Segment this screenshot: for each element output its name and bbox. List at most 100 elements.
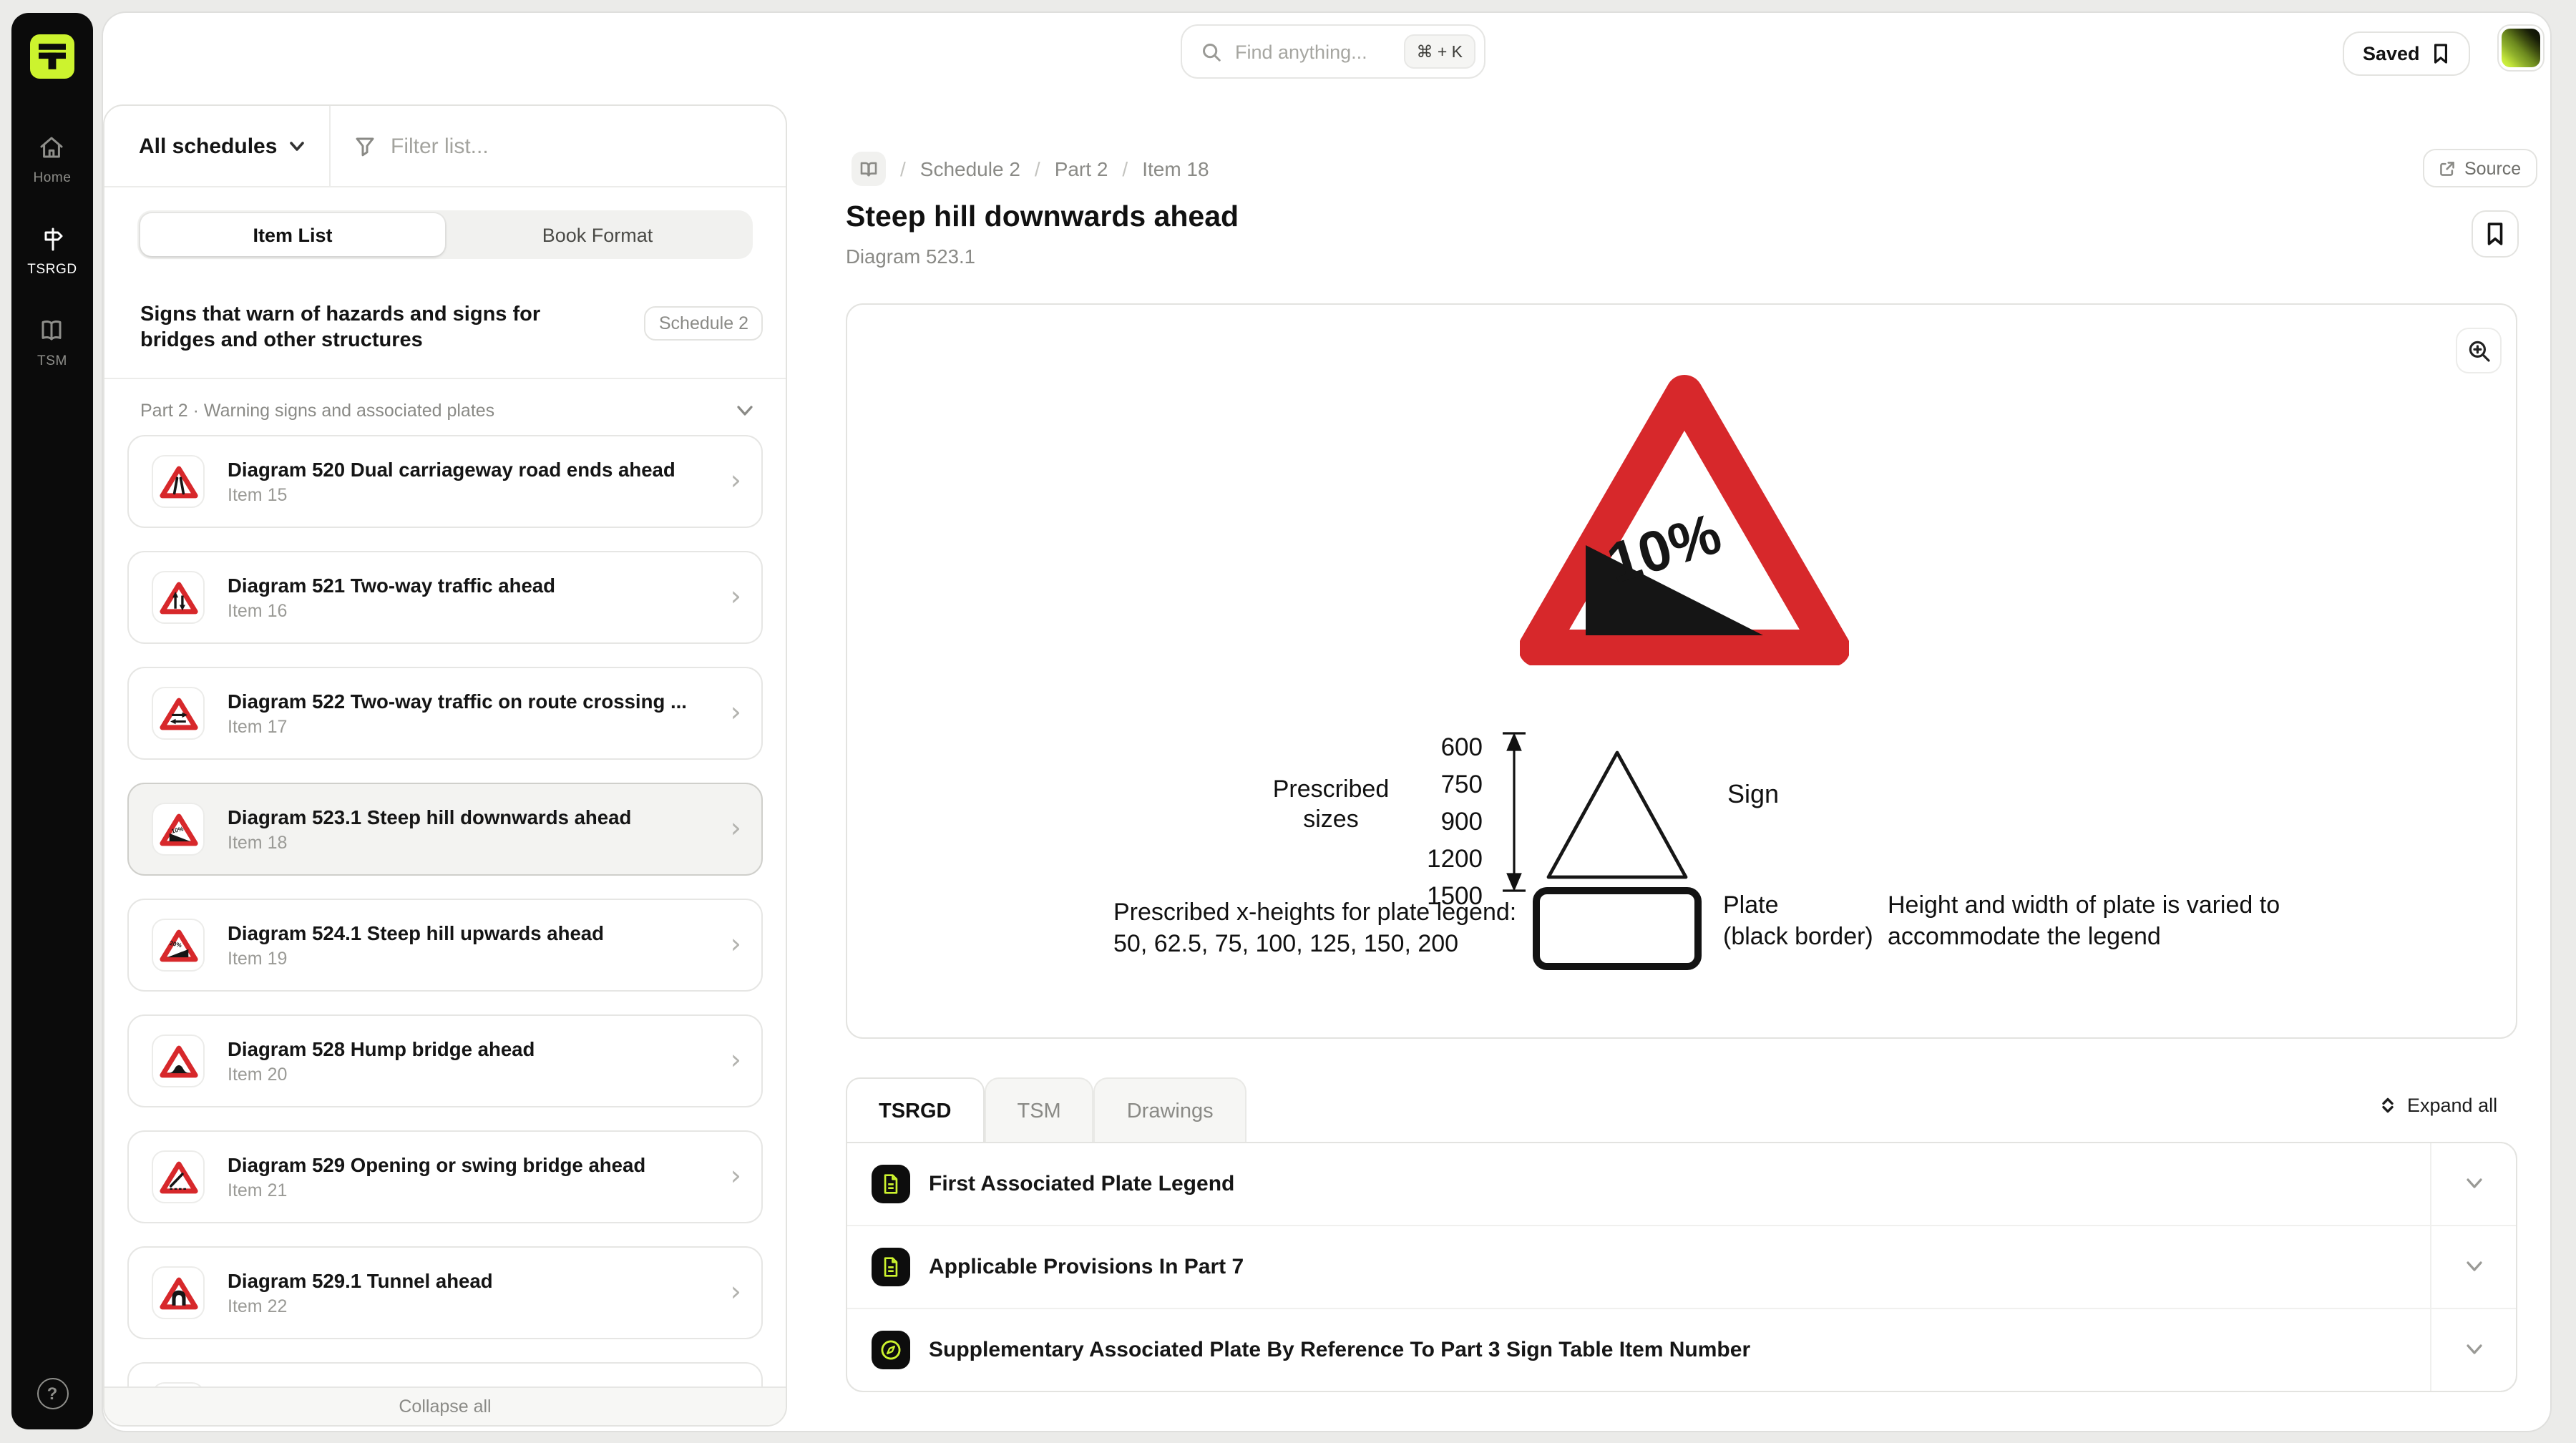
list-item-title: Diagram 521 Two-way traffic ahead xyxy=(228,574,719,596)
schedule-section-title: Signs that warn of hazards and signs for… xyxy=(140,302,570,353)
plate-annotation-line2: (black border) xyxy=(1723,921,1873,953)
accordion-section-icon xyxy=(872,1248,910,1286)
app-window: Home TSRGD TSM ? Find anything... ⌘ + K xyxy=(0,0,2576,1443)
warning-sign-icon xyxy=(152,1150,205,1203)
sidebar-nav-item[interactable]: Home xyxy=(33,133,71,186)
source-button[interactable]: Source xyxy=(2423,149,2537,187)
content-tab[interactable]: TSM xyxy=(985,1077,1094,1143)
part-group-header[interactable]: Part 2 · Warning signs and associated pl… xyxy=(104,379,786,429)
list-item-subtitle: Item 22 xyxy=(228,1296,719,1316)
sign-outline-triangle xyxy=(1537,741,1697,886)
chevron-down-icon xyxy=(288,140,304,152)
page-title: Steep hill downwards ahead xyxy=(846,200,1239,235)
list-item-title: Diagram 524.1 Steep hill upwards ahead xyxy=(228,922,719,944)
chevron-right-icon: › xyxy=(731,468,741,495)
sidebar-nav-label: Home xyxy=(33,170,71,186)
sidebar-nav-icon xyxy=(38,225,67,258)
sidebar-nav-icon xyxy=(38,133,67,166)
filter-funnel-icon xyxy=(353,134,376,157)
list-item-title: Diagram 522 Two-way traffic on route cro… xyxy=(228,690,719,712)
list-item-subtitle: Item 15 xyxy=(228,484,719,504)
chevron-right-icon: › xyxy=(731,1047,741,1075)
list-item[interactable]: Diagram 522 Two-way traffic on route cro… xyxy=(127,667,763,760)
bookmark-button[interactable] xyxy=(2472,210,2519,258)
list-item-subtitle: Item 20 xyxy=(228,1064,719,1084)
size-value: 600 xyxy=(1394,728,1483,765)
warning-sign-icon xyxy=(152,455,205,508)
list-item-text: Diagram 524.1 Steep hill upwards ahead I… xyxy=(228,922,719,968)
sidebar-nav-item[interactable]: TSRGD xyxy=(27,225,77,278)
accordion-row[interactable]: Applicable Provisions In Part 7 xyxy=(847,1225,2516,1308)
schedule-dropdown-label: All schedules xyxy=(139,134,277,158)
content-tab-label: TSM xyxy=(1018,1100,1061,1122)
sidebar-nav: Home TSRGD TSM xyxy=(27,133,77,369)
list-item-partial[interactable] xyxy=(127,1362,763,1386)
saved-label: Saved xyxy=(2363,43,2420,64)
content-tab-label: Drawings xyxy=(1127,1100,1214,1122)
warning-sign-icon xyxy=(152,1034,205,1087)
view-toggle-label: Item List xyxy=(253,224,332,245)
size-value: 900 xyxy=(1394,803,1483,840)
list-item-text: Diagram 520 Dual carriageway road ends a… xyxy=(228,459,719,504)
accordion-row[interactable]: Supplementary Associated Plate By Refere… xyxy=(847,1308,2516,1391)
steep-hill-warning-sign: 10% xyxy=(1520,373,1849,665)
search-input[interactable]: Find anything... ⌘ + K xyxy=(1181,24,1485,79)
breadcrumb-link[interactable]: Item 18 xyxy=(1122,157,1209,180)
saved-button[interactable]: Saved xyxy=(2343,31,2470,76)
prescribed-sizes-values: 60075090012001500 xyxy=(1394,728,1483,914)
list-item-title: Diagram 529.1 Tunnel ahead xyxy=(228,1270,719,1291)
accordion-row[interactable]: First Associated Plate Legend xyxy=(847,1143,2516,1225)
breadcrumb-link[interactable]: Schedule 2 xyxy=(900,157,1020,180)
sidebar: Home TSRGD TSM ? xyxy=(11,13,93,1429)
content-tab[interactable]: TSRGD xyxy=(846,1077,985,1143)
list-item-title: Diagram 529 Opening or swing bridge ahea… xyxy=(228,1154,719,1175)
filter-input[interactable]: Filter list... xyxy=(331,106,786,186)
accordion-panel: First Associated Plate Legend Applicable… xyxy=(846,1142,2517,1392)
xheights-line1: Prescribed x-heights for plate legend: xyxy=(1113,897,1516,929)
zoom-in-button[interactable] xyxy=(2456,328,2502,373)
schedule-section-header: Signs that warn of hazards and signs for… xyxy=(104,259,786,379)
item-list: Diagram 520 Dual carriageway road ends a… xyxy=(104,429,786,1362)
list-item[interactable]: 10% Diagram 523.1 Steep hill downwards a… xyxy=(127,783,763,876)
sidebar-nav-label: TSRGD xyxy=(27,262,77,278)
plate-annotation-line1: Plate xyxy=(1723,890,1873,921)
breadcrumb-link[interactable]: Part 2 xyxy=(1035,157,1108,180)
view-toggle-button[interactable]: Book Format xyxy=(445,213,750,256)
view-toggle-group: Item List Book Format xyxy=(137,210,753,259)
content-tabs: TSRGD TSM Drawings xyxy=(846,1077,1246,1143)
list-item-subtitle: Item 17 xyxy=(228,716,719,736)
sidebar-nav-label: TSM xyxy=(37,353,67,369)
expand-all-button[interactable]: Expand all xyxy=(2379,1095,2497,1116)
bookmark-icon xyxy=(2431,43,2450,64)
collapse-all-button[interactable]: Collapse all xyxy=(104,1386,786,1425)
list-item-title: Diagram 520 Dual carriageway road ends a… xyxy=(228,459,719,480)
list-item-subtitle: Item 19 xyxy=(228,948,719,968)
list-item[interactable]: Diagram 521 Two-way traffic ahead Item 1… xyxy=(127,551,763,644)
content-tab[interactable]: Drawings xyxy=(1094,1077,1246,1143)
reader-book-icon xyxy=(852,152,886,186)
chevron-down-icon xyxy=(2430,1309,2516,1391)
avatar[interactable] xyxy=(2497,24,2545,72)
accordion-title: First Associated Plate Legend xyxy=(929,1172,1234,1196)
schedule-dropdown[interactable]: All schedules xyxy=(104,106,331,186)
bookmark-icon xyxy=(2484,222,2506,246)
zoom-in-icon xyxy=(2467,338,2491,363)
sidebar-nav-item[interactable]: TSM xyxy=(37,316,67,369)
dimension-arrow xyxy=(1500,731,1528,893)
app-logo[interactable] xyxy=(30,34,74,79)
help-icon[interactable]: ? xyxy=(36,1378,68,1409)
accordion-section-icon xyxy=(872,1331,910,1369)
expand-all-label: Expand all xyxy=(2407,1095,2497,1116)
list-item[interactable]: Diagram 529 Opening or swing bridge ahea… xyxy=(127,1130,763,1223)
diagram-panel: 10% Prescribed sizes 60075090012001500 S… xyxy=(846,303,2517,1039)
list-item[interactable]: Diagram 529.1 Tunnel ahead Item 22 › xyxy=(127,1246,763,1339)
sidebar-nav-icon xyxy=(38,316,67,349)
list-item[interactable]: 20% Diagram 524.1 Steep hill upwards ahe… xyxy=(127,899,763,992)
list-item[interactable]: Diagram 520 Dual carriageway road ends a… xyxy=(127,435,763,528)
search-icon xyxy=(1201,41,1222,62)
schedule-badge: Schedule 2 xyxy=(645,306,763,341)
list-item[interactable]: Diagram 528 Hump bridge ahead Item 20 › xyxy=(127,1014,763,1107)
view-toggle-button[interactable]: Item List xyxy=(140,213,445,256)
view-toggle-label: Book Format xyxy=(542,224,653,245)
warning-sign-icon xyxy=(152,687,205,740)
